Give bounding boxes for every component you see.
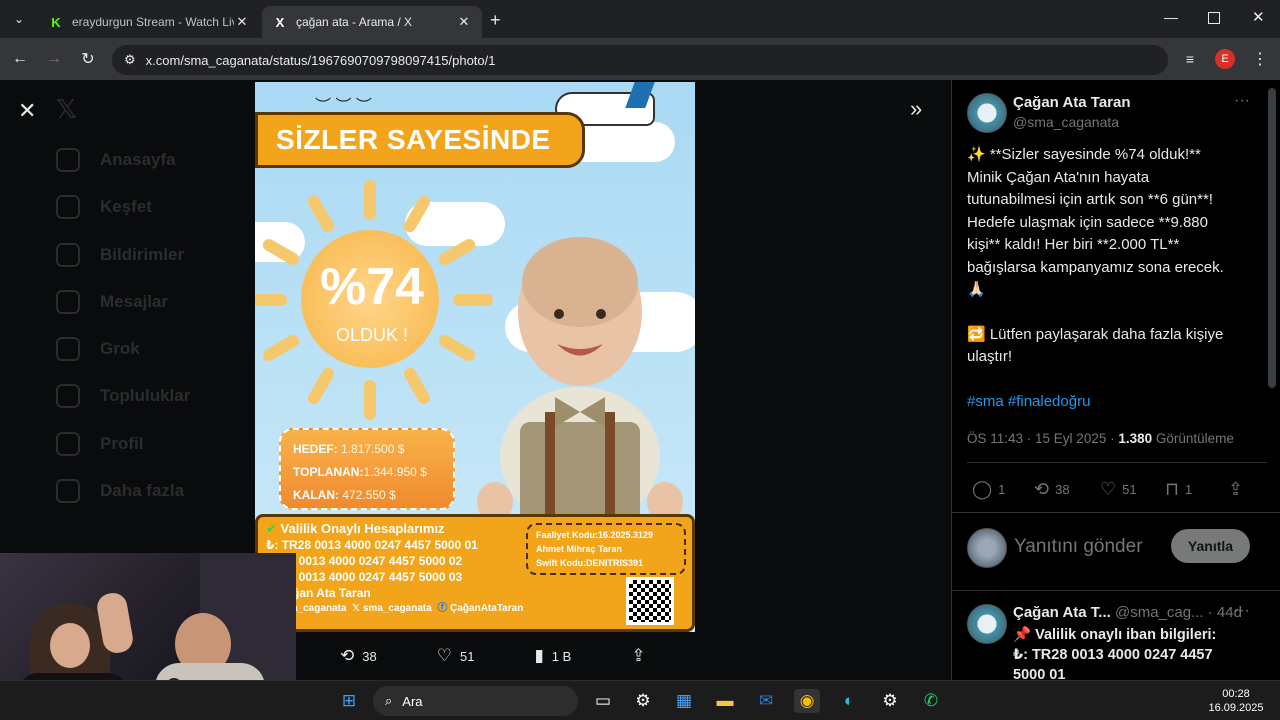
author-handle[interactable]: @sma_caganata bbox=[1013, 114, 1119, 130]
like-button[interactable]: ♡ 51 bbox=[437, 646, 475, 666]
nav-home[interactable]: Anasayfa bbox=[56, 148, 176, 172]
site-info-icon[interactable]: ⚙ bbox=[124, 52, 136, 68]
reply-button[interactable]: Yanıtla bbox=[1171, 529, 1250, 563]
tab-search-x[interactable]: X çağan ata - Arama / X ✕ bbox=[262, 6, 482, 38]
close-window-icon[interactable]: ✕ bbox=[1252, 8, 1265, 26]
address-bar[interactable]: ⚙ x.com/sma_caganata/status/196769070979… bbox=[112, 45, 1168, 75]
reply-count-button[interactable]: ◯ 1 bbox=[972, 479, 1005, 500]
activity-info-box: Faaliyet Kodu:16.2025.3129 Ahmet Mihraç … bbox=[526, 523, 686, 575]
new-tab-icon[interactable]: + bbox=[490, 10, 501, 31]
close-tab-icon[interactable]: ✕ bbox=[456, 14, 472, 30]
tab-title: eraydurgun Stream - Watch Liv bbox=[72, 15, 234, 29]
share-icon: ⇪ bbox=[1228, 479, 1244, 499]
reply-author-avatar[interactable] bbox=[967, 604, 1007, 644]
reply-tweet-header: Çağan Ata T... @sma_cag... · 44d bbox=[1013, 604, 1242, 621]
qr-code bbox=[626, 577, 674, 625]
whatsapp-icon[interactable]: ✆ bbox=[918, 689, 944, 713]
edge-icon[interactable]: ◐ bbox=[836, 689, 862, 713]
reply-tweet-body: 📌 Valilik onaylı iban bilgileri: ₺: TR28… bbox=[1013, 627, 1217, 680]
profile-avatar[interactable]: E bbox=[1215, 49, 1235, 69]
nav-communities[interactable]: Topluluklar bbox=[56, 384, 190, 408]
author-name[interactable]: Çağan Ata Taran bbox=[1013, 94, 1131, 111]
chatgpt-icon[interactable]: ⚙ bbox=[630, 689, 656, 713]
taskbar-search[interactable]: ⌕ Ara bbox=[373, 686, 578, 716]
start-icon[interactable]: ⊞ bbox=[336, 689, 362, 713]
progress-label: OLDUK ! bbox=[335, 325, 409, 345]
share-button[interactable]: ⇪ bbox=[631, 646, 653, 666]
minimize-icon[interactable]: — bbox=[1164, 9, 1178, 25]
chrome-icon[interactable]: ◉ bbox=[794, 689, 820, 713]
image-action-bar: ⟲ 38 ♡ 51 ▮ 1 B ⇪ bbox=[300, 640, 740, 672]
heart-icon: ♡ bbox=[436, 646, 452, 665]
x-logo-icon: 𝕏 bbox=[56, 94, 77, 124]
close-tab-icon[interactable]: ✕ bbox=[234, 14, 250, 30]
more-options-icon[interactable]: ··· bbox=[1234, 602, 1250, 620]
bank-accounts-box: ✔ Valilik Onaylı Hesaplarımız ₺: TR28 00… bbox=[255, 514, 695, 632]
retweet-button[interactable]: ⟲ 38 bbox=[340, 646, 377, 666]
back-icon[interactable]: ← bbox=[4, 38, 36, 80]
my-avatar bbox=[967, 528, 1007, 568]
heart-icon: ♡ bbox=[1100, 479, 1117, 499]
post-photo[interactable]: ︶ ︶ ︶ SİZLER SAYESİNDE %74 OLDUK ! HEDEF… bbox=[255, 82, 695, 632]
tweet-detail-panel: Çağan Ata Taran @sma_caganata ··· ✨ **Si… bbox=[951, 80, 1280, 680]
close-media-icon[interactable]: ✕ bbox=[18, 98, 36, 124]
outlook-icon[interactable]: ✉ bbox=[753, 689, 779, 713]
browser-tab-bar: ⌄ K eraydurgun Stream - Watch Liv ✕ X ça… bbox=[0, 0, 1280, 38]
share-icon: ⇪ bbox=[631, 646, 646, 665]
more-options-icon[interactable]: ··· bbox=[1234, 92, 1250, 110]
nav-grok[interactable]: Grok bbox=[56, 337, 140, 361]
task-view-icon[interactable]: ▭ bbox=[590, 689, 616, 713]
like-count-button[interactable]: ♡ 51 bbox=[1100, 479, 1137, 500]
check-icon: ✔ bbox=[266, 521, 277, 536]
banner-heading: SİZLER SAYESİNDE bbox=[255, 112, 585, 168]
settings-icon[interactable]: ⚙ bbox=[877, 689, 903, 713]
progress-percent: %74 bbox=[319, 258, 425, 316]
url-text: x.com/sma_caganata/status/19676907097980… bbox=[145, 52, 496, 68]
media-controls-icon[interactable]: ≡ bbox=[1174, 38, 1206, 80]
hashtags-link[interactable]: #sma #finaledoğru bbox=[967, 391, 1267, 414]
tab-search-icon[interactable]: ⌄ bbox=[10, 10, 28, 28]
reload-icon[interactable]: ↻ bbox=[72, 38, 104, 80]
bar-chart-icon: ▮ bbox=[534, 646, 544, 665]
system-clock[interactable]: 00:28 16.09.2025 bbox=[1206, 687, 1266, 715]
collapse-panel-icon[interactable]: » bbox=[910, 96, 922, 122]
tweet-meta: ÖS 11:43 · 15 Eyl 2025 · 1.380 Görüntüle… bbox=[967, 431, 1234, 446]
bookmark-count-button[interactable]: ⊓ 1 bbox=[1165, 479, 1192, 500]
scrollbar[interactable] bbox=[1268, 88, 1276, 388]
nav-messages[interactable]: Mesajlar bbox=[56, 290, 168, 314]
menu-dots-icon[interactable]: ⋮ bbox=[1244, 38, 1276, 80]
x-icon: 𝕏 bbox=[352, 603, 361, 614]
retweet-count-button[interactable]: ⟲ 38 bbox=[1034, 479, 1070, 500]
bookmark-icon: ⊓ bbox=[1165, 479, 1180, 499]
maximize-icon[interactable] bbox=[1208, 12, 1220, 24]
x-logo-icon: X bbox=[275, 14, 285, 30]
nav-notifications[interactable]: Bildirimler bbox=[56, 243, 184, 267]
tab-stream[interactable]: K eraydurgun Stream - Watch Liv ✕ bbox=[38, 6, 260, 38]
retweet-icon: ⟲ bbox=[340, 646, 355, 665]
reply-icon: ◯ bbox=[972, 479, 993, 499]
retweet-icon: ⟲ bbox=[1034, 479, 1050, 499]
tab-title: çağan ata - Arama / X bbox=[296, 15, 413, 29]
forward-icon[interactable]: → bbox=[38, 38, 70, 80]
reply-input[interactable]: Yanıtını gönder bbox=[1014, 536, 1143, 558]
views-button[interactable]: ▮ 1 B bbox=[534, 646, 571, 666]
nav-explore[interactable]: Keşfet bbox=[56, 195, 152, 219]
store-icon[interactable]: ▦ bbox=[671, 689, 697, 713]
windows-taskbar: ⊞ ⌕ Ara ▭ ⚙ ▦ ▬ ✉ ◉ ◐ ⚙ ✆ 00:28 16.09.20… bbox=[0, 680, 1280, 720]
file-explorer-icon[interactable]: ▬ bbox=[712, 689, 738, 713]
campaign-stats: HEDEF: 1.817.500 $ TOPLANAN:1.344.950 $ … bbox=[279, 428, 455, 510]
baby-photo bbox=[477, 237, 683, 522]
author-avatar[interactable] bbox=[967, 93, 1007, 133]
search-icon: ⌕ bbox=[385, 693, 393, 708]
tweet-body: ✨ **Sizler sayesinde %74 olduk!** Minik … bbox=[967, 144, 1267, 413]
nav-more[interactable]: Daha fazla bbox=[56, 479, 184, 503]
kick-icon: K bbox=[51, 14, 61, 30]
share-button[interactable]: ⇪ bbox=[1228, 479, 1249, 500]
nav-profile[interactable]: Profil bbox=[56, 432, 143, 456]
facebook-icon: ⓕ bbox=[437, 603, 448, 614]
